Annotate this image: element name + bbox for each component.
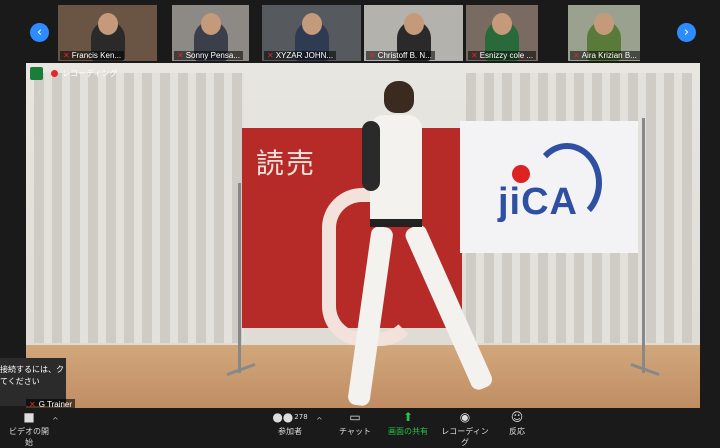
baseball-player	[336, 81, 495, 408]
participant-head	[200, 13, 221, 35]
participant-name-label: ✕ Francis Ken...	[60, 51, 125, 60]
participant-name-label: ✕ Sonny Pensa...	[174, 51, 243, 60]
reactions-button[interactable]: ☺ 反応	[500, 410, 534, 437]
participant-tile[interactable]: ✕ Francis Ken...	[58, 5, 157, 61]
tooltip-line: 接続するには、ク	[0, 365, 64, 374]
start-video-button[interactable]: ■ ビデオの開始	[6, 410, 52, 448]
mic-muted-icon: ✕	[573, 51, 580, 60]
player-leg	[347, 225, 394, 407]
chat-button[interactable]: ▭ チャット	[336, 410, 374, 437]
participant-name-label: ✕ XYZAR JOHN...	[264, 51, 337, 60]
participant-head	[301, 13, 322, 35]
shield-icon[interactable]	[30, 67, 43, 80]
participant-name-label: ✕ Esnizzy cole ...	[468, 51, 537, 60]
mic-muted-icon: ✕	[369, 51, 376, 60]
video-off-icon: ■	[23, 410, 35, 424]
banner-text: 読売	[256, 148, 317, 179]
participants-button[interactable]: ●●278 参加者	[270, 410, 310, 437]
participant-tile[interactable]: ✕ Christoff B. N...	[364, 5, 463, 61]
participant-head	[492, 13, 512, 35]
speaker-video[interactable]: 読売 jiCA レコーディング	[26, 63, 700, 408]
chat-icon: ▭	[349, 410, 361, 424]
chevron-up-icon[interactable]: ^	[316, 416, 323, 425]
player-leg	[402, 222, 495, 393]
participant-name-label: ✕ Christoff B. N...	[366, 51, 435, 60]
participant-head	[97, 13, 118, 35]
player-arm	[362, 121, 380, 191]
participant-tile[interactable]: ✕ Esnizzy cole ...	[466, 5, 538, 61]
share-screen-icon: ⬆	[402, 410, 414, 424]
share-screen-button[interactable]: ⬆ 画面の共有	[385, 410, 431, 437]
next-page-button[interactable]: ›	[677, 23, 696, 42]
participant-name-label: ✕ Aira Krizian B...	[570, 51, 640, 60]
meeting-toolbar: ■ ビデオの開始 ^ ●●278 参加者 ^ ▭ チャット ⬆ 画面の共有 ◉ …	[0, 408, 720, 447]
participant-tile[interactable]: ✕ XYZAR JOHN...	[262, 5, 361, 61]
chevron-left-icon: ‹	[36, 25, 43, 40]
recording-indicator: レコーディング	[30, 67, 117, 80]
participant-head	[403, 13, 424, 35]
participant-strip: ‹ ✕ Francis Ken... ✕ Sonny Pensa... ✕ XYZAR…	[0, 0, 720, 62]
participant-tile[interactable]: ✕ Aira Krizian B...	[568, 5, 640, 61]
banner-stand	[642, 118, 645, 373]
recording-label: レコーディング	[62, 69, 118, 78]
record-button[interactable]: ◉ レコーディング	[440, 410, 490, 448]
smiley-icon: ☺	[510, 410, 524, 424]
mic-muted-icon: ✕	[177, 51, 184, 60]
record-icon: ◉	[459, 410, 471, 424]
banner-stand	[238, 183, 241, 373]
window-blinds	[34, 73, 244, 343]
participant-head	[594, 13, 614, 35]
jica-logo-text: jiCA	[498, 181, 578, 223]
mic-muted-icon: ✕	[267, 51, 274, 60]
chevron-up-icon[interactable]: ^	[52, 416, 59, 425]
participants-icon: ●●278	[272, 410, 308, 424]
player-head	[384, 81, 414, 113]
mic-muted-icon: ✕	[471, 51, 478, 60]
jica-banner: jiCA	[460, 121, 638, 253]
chevron-right-icon: ›	[683, 25, 690, 40]
mic-muted-icon: ✕	[63, 51, 70, 60]
player-belt	[370, 219, 422, 227]
record-dot-icon	[51, 70, 58, 77]
prev-page-button[interactable]: ‹	[30, 23, 49, 42]
participant-tile[interactable]: ✕ Sonny Pensa...	[172, 5, 249, 61]
tooltip-line: てください	[0, 377, 40, 386]
